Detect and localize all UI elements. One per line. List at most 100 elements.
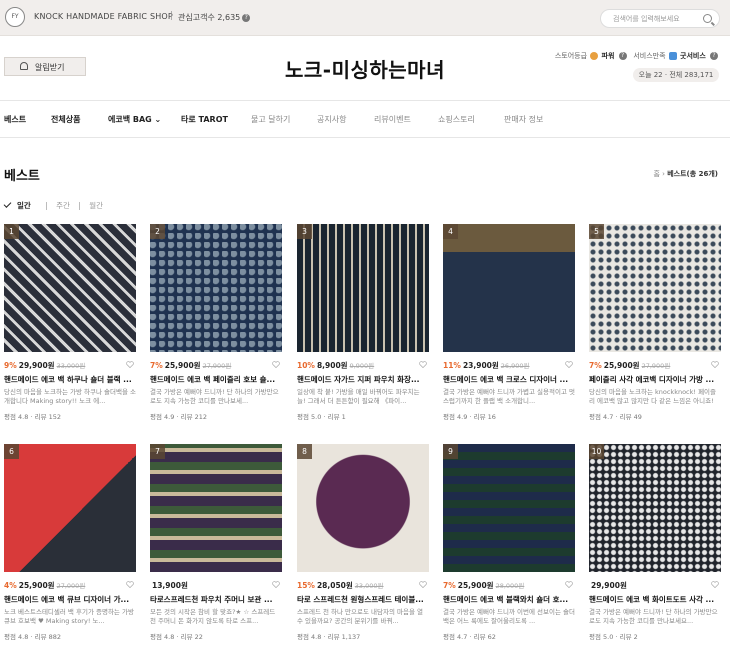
product-name[interactable]: 핸드메이드 에코 백 블랙와치 숄더 호... [443, 594, 575, 605]
product-image[interactable]: 10 [589, 444, 721, 572]
product-image[interactable]: 1 [4, 224, 136, 352]
breadcrumb-home[interactable]: 홈 [653, 170, 659, 178]
product-card[interactable]: 5 7% 25,900원 27,900원 페이즐리 사각 에코백 디자이너 가방 .… [589, 224, 721, 424]
nav-item-notice[interactable]: 공지사항 [317, 114, 346, 125]
meta-separator: · [176, 633, 179, 641]
grade-help-icon[interactable]: ? [618, 52, 627, 60]
original-price: 33,000원 [56, 362, 86, 370]
meta-separator: · [469, 633, 472, 641]
discount-rate: 4% [4, 581, 17, 590]
service-label: 서비스만족 [633, 52, 666, 60]
sale-price: 25,900원 [603, 361, 640, 370]
service-help-icon[interactable]: ? [710, 52, 718, 60]
product-name[interactable]: 핸드메이드 에코 백 크로스 디자이너 ... [443, 374, 575, 385]
nav-item-review-event[interactable]: 리뷰이벤트 [374, 114, 411, 125]
price-line: 4% 25,900원 27,000원 [4, 580, 136, 591]
product-image[interactable]: 6 [4, 444, 136, 572]
separator: | [170, 11, 174, 21]
nav-item-tarot[interactable]: 타로 TAROT [181, 114, 228, 125]
product-image[interactable]: 4 [443, 224, 575, 352]
heart-icon[interactable] [272, 361, 280, 368]
product-reviews: 리뷰 49 [619, 413, 642, 421]
product-card[interactable]: 3 10% 8,900원 9,900원 핸드메이드 자가드 지퍼 파우치 화장...… [297, 224, 429, 424]
discount-rate: 7% [589, 361, 602, 370]
product-image[interactable]: 9 [443, 444, 575, 572]
help-icon[interactable]: ? [242, 13, 251, 22]
price-line: 7% 25,900원 27,900원 [150, 360, 282, 371]
search-input[interactable]: 검색어를 입력해보세요 [600, 9, 720, 28]
rank-badge: 4 [443, 224, 458, 239]
product-meta: 평점 4.8 · 리뷰 882 [4, 631, 61, 641]
product-rating: 평점 4.7 [589, 413, 614, 421]
price-line: 11% 23,900원 26,900원 [443, 360, 575, 371]
tab-daily-label: 일간 [17, 201, 31, 210]
product-card[interactable]: 10 29,900원 핸드메이드 에코 백 화이트도트 사각 ... 결국 가방… [589, 444, 721, 644]
product-description: 결국 가방은 예뻐야 드니까 이번에 선보이는 숄더백은 어느 룩에도 잘어울리… [443, 608, 575, 625]
nav-item-seller-info[interactable]: 판매자 정보 [504, 114, 543, 125]
main-nav: 베스트 전체상품 에코백 BAG ⌄ 타로 TAROT 물고 달하기 공지사항 … [0, 100, 730, 138]
product-card[interactable]: 4 11% 23,900원 26,900원 핸드메이드 에코 백 크로스 디자이너 … [443, 224, 575, 424]
original-price: 26,900원 [500, 362, 530, 370]
product-meta: 평점 4.8 · 리뷰 1,137 [297, 631, 360, 641]
heart-icon[interactable] [126, 581, 134, 588]
price-line: 13,900원 [150, 580, 282, 591]
heart-icon[interactable] [565, 581, 573, 588]
rank-badge: 7 [150, 444, 165, 459]
product-name[interactable]: 핸드메이드 에코 백 하쿠나 숄더 블랙 ... [4, 374, 136, 385]
heart-icon[interactable] [565, 361, 573, 368]
rank-badge: 5 [589, 224, 604, 239]
product-card[interactable]: 7 13,900원 타로스프레드천 파우치 주머니 보관 ... 모든 것의 시… [150, 444, 282, 644]
original-price: 27,900원 [641, 362, 671, 370]
page-title: 베스트 [4, 169, 40, 184]
product-name[interactable]: 타로스프레드천 파우치 주머니 보관 ... [150, 594, 282, 605]
product-card[interactable]: 1 9% 29,900원 33,000원 핸드메이드 에코 백 하쿠나 숄더 블랙 … [4, 224, 136, 424]
power-badge-icon [590, 52, 599, 60]
product-name[interactable]: 타로 스프레드천 원형스프레드 테이블... [297, 594, 429, 605]
product-image[interactable]: 8 [297, 444, 429, 572]
shop-logo[interactable]: FY [5, 7, 25, 27]
nav-item-ecobag[interactable]: 에코백 BAG ⌄ [108, 114, 161, 125]
product-name[interactable]: 핸드메이드 에코 백 큐브 디자이너 가... [4, 594, 136, 605]
tab-monthly[interactable]: 월간 [89, 201, 103, 210]
product-name[interactable]: 핸드메이드 에코 백 화이트도트 사각 ... [589, 594, 721, 605]
heart-icon[interactable] [419, 361, 427, 368]
service-value: 굿서비스 [680, 52, 706, 60]
product-rating: 평점 4.9 [150, 413, 175, 421]
product-card[interactable]: 9 7% 25,900원 28,000원 핸드메이드 에코 백 블랙와치 숄더 호.… [443, 444, 575, 644]
shop-name[interactable]: KNOCK HANDMADE FABRIC SHOP [34, 12, 173, 21]
thumbs-up-icon [668, 52, 677, 60]
product-rating: 평점 4.8 [4, 633, 29, 641]
product-image[interactable]: 2 [150, 224, 282, 352]
product-image[interactable]: 5 [589, 224, 721, 352]
nav-item-best[interactable]: 베스트 [4, 114, 26, 125]
sale-price: 25,900원 [457, 581, 494, 590]
product-card[interactable]: 8 15% 28,050원 33,000원 타로 스프레드천 원형스프레드 테이블.… [297, 444, 429, 644]
heart-icon[interactable] [711, 361, 719, 368]
product-image[interactable]: 7 [150, 444, 282, 572]
product-image[interactable]: 3 [297, 224, 429, 352]
product-name[interactable]: 핸드메이드 에코 백 페이즐리 호보 숄... [150, 374, 282, 385]
nav-item-qna[interactable]: 물고 달하기 [251, 114, 290, 125]
product-card[interactable]: 6 4% 25,900원 27,000원 핸드메이드 에코 백 큐브 디자이너 가.… [4, 444, 136, 644]
search-icon[interactable] [703, 14, 712, 23]
nav-item-story[interactable]: 쇼핑스토리 [438, 114, 475, 125]
product-name[interactable]: 페이즐리 사각 에코백 디자이너 가방 ... [589, 374, 721, 385]
heart-icon[interactable] [272, 581, 280, 588]
heart-icon[interactable] [711, 581, 719, 588]
price-line: 29,900원 [589, 580, 721, 591]
rank-badge: 8 [297, 444, 312, 459]
original-price: 33,000원 [354, 582, 384, 590]
tab-weekly[interactable]: 주간 [56, 201, 70, 210]
product-meta: 평점 4.7 · 리뷰 49 [589, 411, 642, 421]
product-rating: 평점 4.8 [297, 633, 322, 641]
heart-icon[interactable] [419, 581, 427, 588]
heart-icon[interactable] [126, 361, 134, 368]
product-description: 스프레드 천 하나 만으로도 내담자의 마음을 열 수 있을까요? 공간의 분위… [297, 608, 424, 625]
nav-item-all[interactable]: 전체상품 [51, 114, 80, 125]
product-description: 모든 것의 시작은 참비 할 맞죠?★ ☆ 스프레드 천 주머니 돈 화가지 않… [150, 608, 276, 625]
grade-label: 스토어등급 [554, 52, 588, 60]
tab-daily[interactable]: 일간 [3, 200, 37, 210]
product-name[interactable]: 핸드메이드 자가드 지퍼 파우치 화장... [297, 374, 429, 385]
product-card[interactable]: 2 7% 25,900원 27,900원 핸드메이드 에코 백 페이즐리 호보 숄.… [150, 224, 282, 424]
top-bar: FY KNOCK HANDMADE FABRIC SHOP | 관심고객수 2,… [0, 0, 730, 36]
